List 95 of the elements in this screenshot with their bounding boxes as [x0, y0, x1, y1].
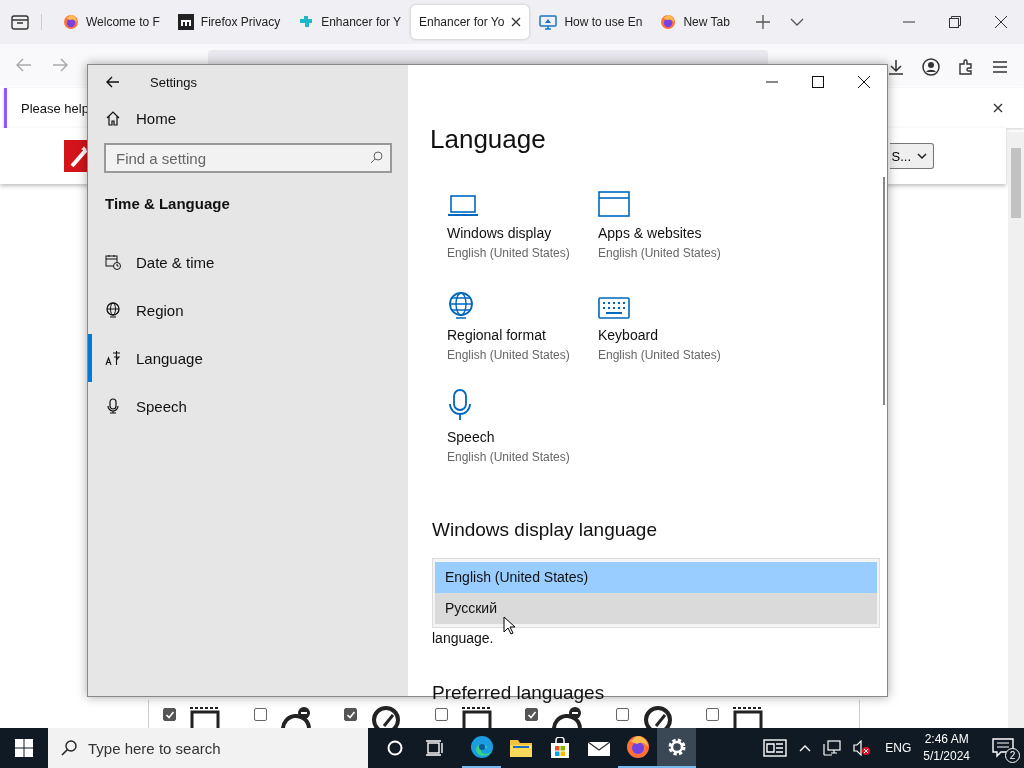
checkbox[interactable]	[525, 708, 538, 721]
microphone-icon	[447, 389, 473, 421]
news-icon[interactable]	[763, 739, 788, 757]
tab-list-icon[interactable]	[11, 14, 42, 30]
account-icon[interactable]	[922, 58, 940, 76]
dropdown-option[interactable]: English (United States)	[435, 562, 877, 593]
chevron-up-icon[interactable]	[799, 744, 812, 752]
tile-title: Speech	[447, 429, 496, 445]
language-tile[interactable]: Apps & websites English (United States)	[598, 179, 749, 281]
tile-title: Regional format	[447, 327, 547, 343]
notification-count-badge: 2	[1005, 748, 1020, 763]
browser-tab[interactable]: New Tab	[652, 5, 738, 39]
mail-envelope-icon[interactable]	[586, 739, 611, 757]
option-icon	[459, 706, 494, 728]
scrollbar[interactable]	[883, 177, 885, 405]
notifications-icon[interactable]	[992, 738, 1014, 758]
window-title: Settings	[150, 74, 197, 90]
browser-tab[interactable]: Enhancer for Yo	[411, 5, 530, 39]
browser-logo-icon	[63, 14, 79, 30]
home-nav-item[interactable]: Home	[88, 105, 408, 131]
checkbox[interactable]	[344, 708, 357, 721]
browser-tab[interactable]: Enhancer for Y	[290, 5, 409, 39]
new-tab-icon[interactable]	[755, 15, 770, 29]
language-icon	[105, 350, 121, 366]
checkbox[interactable]	[615, 708, 629, 721]
store-bag-icon[interactable]	[548, 737, 571, 759]
windows-start-icon[interactable]	[15, 739, 33, 757]
browser-swirl-icon[interactable]	[469, 735, 494, 759]
tile-title: Windows display	[447, 225, 553, 241]
clock-date: 5/1/2024	[923, 748, 970, 765]
tile-subtitle: English (United States)	[447, 348, 571, 362]
globe-icon	[447, 291, 475, 319]
globe-icon	[105, 302, 121, 318]
browser-logo-icon	[660, 14, 677, 30]
language-tile[interactable]: Regional format English (United States)	[447, 281, 598, 383]
muted-speaker-icon[interactable]	[853, 740, 872, 756]
microphone-icon	[105, 398, 121, 414]
keyboard-icon	[598, 297, 630, 319]
site-logo-icon	[177, 14, 194, 30]
close-icon[interactable]	[993, 103, 1003, 113]
clock[interactable]: 2:46 AM 5/1/2024	[923, 731, 970, 765]
option-icon	[188, 706, 222, 728]
maximize-icon[interactable]	[812, 76, 824, 88]
option-icon	[731, 706, 765, 728]
chevron-down-icon[interactable]	[789, 18, 804, 26]
search-field[interactable]: Find a setting	[104, 143, 392, 173]
calendar-clock-icon	[105, 254, 121, 270]
tile-title: Keyboard	[598, 327, 659, 343]
chevron-down-icon	[917, 153, 927, 159]
checkbox[interactable]	[706, 708, 719, 721]
close-icon[interactable]	[511, 17, 522, 27]
clock-time: 2:46 AM	[924, 731, 969, 748]
back-arrow-icon[interactable]	[106, 76, 120, 88]
menu-icon[interactable]	[992, 60, 1008, 74]
home-icon	[105, 110, 121, 126]
nav-item[interactable]: Region	[88, 286, 408, 334]
language-tile[interactable]: Keyboard English (United States)	[598, 281, 749, 383]
close-icon[interactable]	[858, 76, 870, 88]
section-title: Time & Language	[105, 195, 231, 212]
network-icon[interactable]	[823, 740, 842, 756]
search-icon	[61, 740, 77, 756]
scrollbar[interactable]	[1008, 132, 1024, 728]
option-icon	[369, 706, 403, 728]
laptop-icon	[447, 195, 479, 217]
tile-subtitle: English (United States)	[598, 348, 722, 362]
browser-tab[interactable]: Firefox Privacy	[169, 5, 289, 39]
input-language-indicator[interactable]: ENG	[885, 741, 912, 755]
select-dropdown[interactable]: S...	[890, 143, 934, 169]
checkbox[interactable]	[253, 708, 267, 721]
tile-subtitle: English (United States)	[447, 450, 571, 464]
page-heading: Language	[430, 124, 547, 155]
tile-title: Apps & websites	[598, 225, 703, 241]
section-heading: Preferred languages	[432, 682, 606, 704]
monitor-icon	[539, 14, 558, 30]
checkbox[interactable]	[163, 708, 176, 721]
checkbox[interactable]	[434, 708, 448, 721]
description-text: language.	[432, 630, 494, 646]
section-heading: Windows display language	[432, 519, 658, 541]
browser-logo-icon[interactable]	[625, 735, 650, 759]
nav-item[interactable]: Date & time	[88, 238, 408, 286]
nav-item[interactable]: Speech	[88, 382, 408, 430]
search-icon	[370, 151, 383, 164]
folder-icon[interactable]	[508, 738, 533, 758]
language-tile[interactable]: Windows display English (United States)	[447, 179, 598, 281]
browser-tab[interactable]: How to use En	[531, 5, 651, 39]
tile-subtitle: English (United States)	[447, 246, 571, 260]
download-icon[interactable]	[888, 59, 904, 75]
dropdown-option[interactable]: Русский	[435, 593, 877, 624]
browser-tab[interactable]: Welcome to F	[55, 5, 168, 39]
language-tile[interactable]: Speech English (United States)	[447, 383, 598, 485]
restore-icon[interactable]	[949, 16, 961, 28]
tile-subtitle: English (United States)	[598, 246, 722, 260]
window-icon	[598, 191, 630, 217]
taskbar-search-field[interactable]: Type here to search	[48, 728, 368, 768]
close-icon[interactable]	[995, 16, 1007, 28]
